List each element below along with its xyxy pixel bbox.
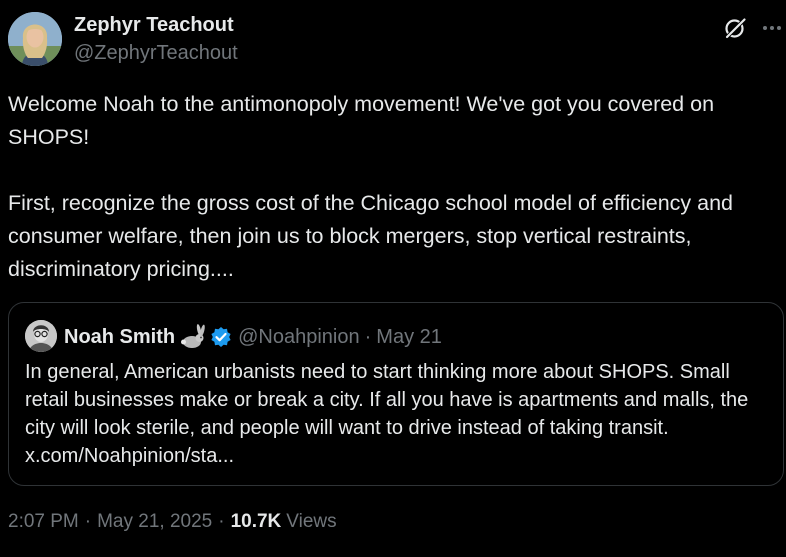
separator-dot: · <box>364 325 372 348</box>
post-text: Welcome Noah to the antimonopoly movemen… <box>8 88 780 286</box>
author-handle[interactable]: @ZephyrTeachout <box>74 42 238 65</box>
quoted-post-text: In general, American urbanists need to s… <box>25 361 749 467</box>
author-name[interactable]: Zephyr Teachout <box>74 14 234 37</box>
quoted-post[interactable]: Noah Smith @Noahpinion · May 21 In gener… <box>8 302 784 486</box>
more-icon[interactable] <box>761 16 783 40</box>
post-date[interactable]: May 21, 2025 <box>97 511 212 533</box>
tweet: Zephyr Teachout @ZephyrTeachout Welcome … <box>0 0 786 557</box>
views-count: 10.7K <box>230 511 282 532</box>
author-avatar[interactable] <box>8 12 62 66</box>
post-meta: 2:07 PM · May 21, 2025 · 10.7K Views <box>8 511 337 533</box>
rabbit-emoji-icon <box>181 324 205 348</box>
quoted-author-avatar[interactable] <box>25 320 57 352</box>
post-time[interactable]: 2:07 PM <box>8 511 79 533</box>
quoted-header: Noah Smith @Noahpinion · May 21 <box>64 323 442 351</box>
post-paragraph: Welcome Noah to the antimonopoly movemen… <box>8 92 715 149</box>
grok-icon[interactable] <box>723 16 747 40</box>
post-paragraph: First, recognize the gross cost of the C… <box>8 191 734 281</box>
quoted-post-date[interactable]: May 21 <box>376 326 442 349</box>
separator-dot: · <box>84 511 92 532</box>
separator-dot: · <box>218 511 225 532</box>
views-label: Views <box>286 511 337 532</box>
quoted-author-handle[interactable]: @Noahpinion <box>238 326 360 349</box>
quoted-author-name[interactable]: Noah Smith <box>64 326 175 349</box>
verified-badge-icon <box>211 327 231 347</box>
